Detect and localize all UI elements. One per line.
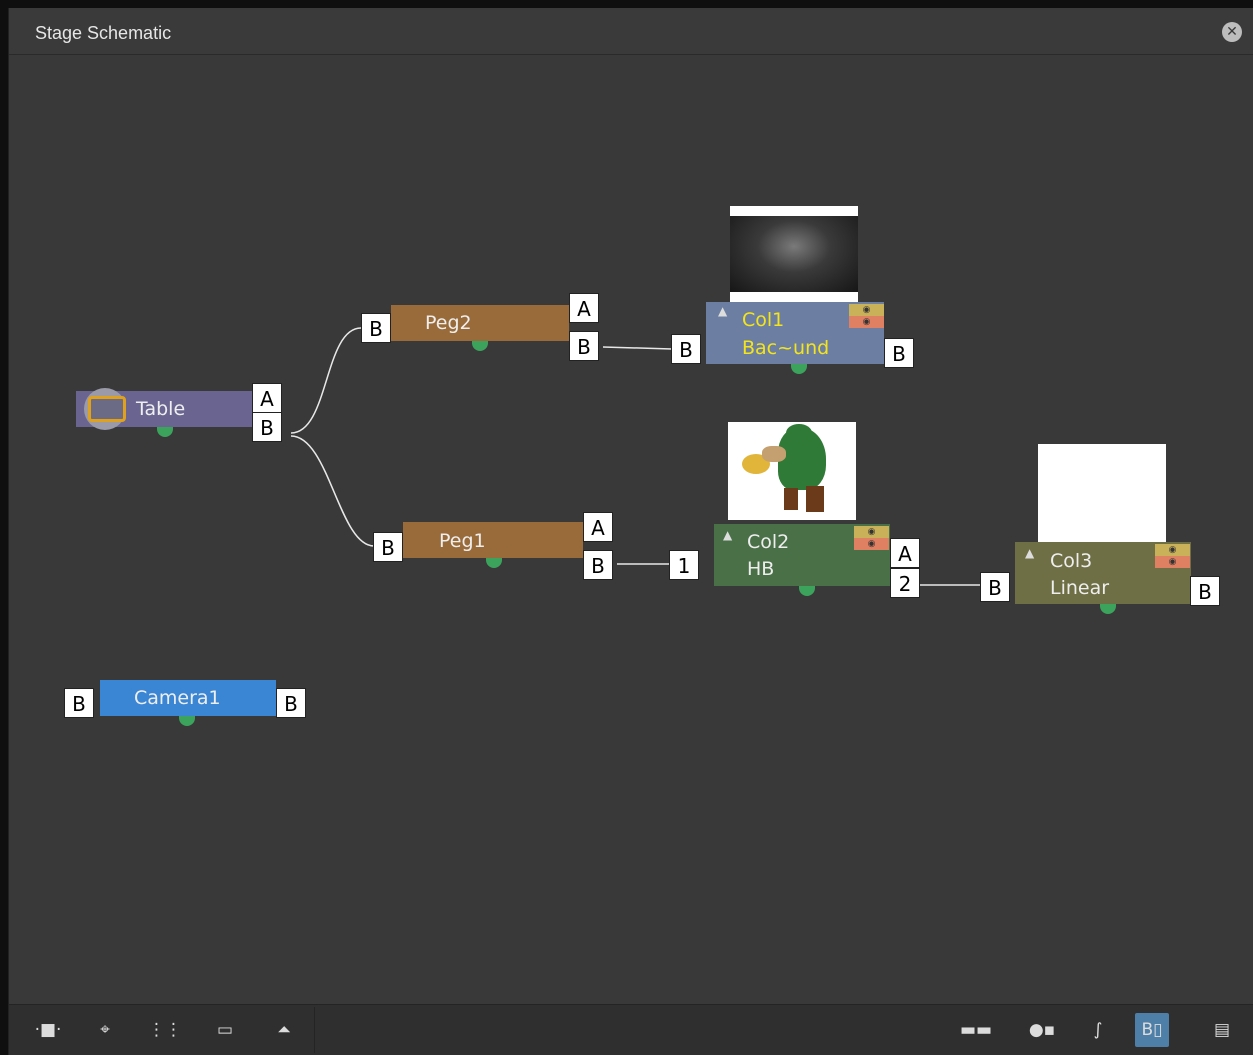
peg2-label: Peg2 <box>425 312 472 334</box>
camera1-label: Camera1 <box>134 687 221 709</box>
col2-expand-icon[interactable]: ▲ <box>723 528 732 542</box>
col2-thumbnail <box>728 422 856 520</box>
table-port-a[interactable]: A <box>252 383 282 413</box>
wire-table-peg2 <box>290 327 362 434</box>
peg2-port-a[interactable]: A <box>569 293 599 323</box>
col2-camstand-visible-icon[interactable]: ◉ <box>854 538 889 550</box>
col1-level-name: Bac~und <box>742 337 830 359</box>
col1-output-port[interactable]: B <box>884 338 914 368</box>
col2-port-2[interactable]: 2 <box>890 568 920 598</box>
focus-on-current-icon[interactable]: ⌖ <box>88 1013 122 1047</box>
stage-schematic-panel: Stage Schematic ✕ Table A B B Peg2 A B B… <box>8 8 1253 1055</box>
toolbar-separator <box>314 1007 315 1053</box>
col1-visibility-toggles[interactable]: ◉ ◉ <box>849 304 884 328</box>
table-port-b[interactable]: B <box>252 412 282 442</box>
camera1-output-port[interactable]: B <box>276 688 306 718</box>
col2-input-port[interactable]: 1 <box>669 550 699 580</box>
col1-preview-visible-icon[interactable]: ◉ <box>849 304 884 316</box>
col2-level-name: HB <box>747 558 775 580</box>
col3-name: Col3 <box>1050 550 1093 572</box>
col3-thumbnail <box>1038 444 1166 542</box>
col3-visibility-toggles[interactable]: ◉ ◉ <box>1155 544 1190 568</box>
schematic-toolbar: ·■· ⌖ ⋮⋮ ▭ ⏶ ▬▬ ●▪ ∫ B▯ ▤ <box>9 1004 1253 1055</box>
peg2-input-port[interactable]: B <box>361 313 391 343</box>
toggle-minimize-icon[interactable]: ▬▬ <box>959 1013 993 1047</box>
col1-thumbnail <box>730 206 858 304</box>
col1-name: Col1 <box>742 309 785 331</box>
col1-expand-icon[interactable]: ▲ <box>718 304 727 318</box>
peg1-port-a[interactable]: A <box>583 512 613 542</box>
peg2-node-body[interactable] <box>391 305 569 341</box>
reorder-nodes-icon[interactable]: ⋮⋮ <box>148 1013 182 1047</box>
col3-input-port[interactable]: B <box>980 572 1010 602</box>
peg2-port-b[interactable]: B <box>569 331 599 361</box>
col3-output-port[interactable]: B <box>1190 576 1220 606</box>
peg1-label: Peg1 <box>439 530 486 552</box>
new-camera-peg-icon[interactable]: ●▪ <box>1025 1013 1059 1047</box>
toggle-preview-icon[interactable]: ⏶ <box>267 1013 301 1047</box>
table-icon <box>84 388 126 430</box>
wire-peg2-col1 <box>602 346 673 350</box>
col1-thumbnail-image <box>730 216 858 292</box>
col3-camstand-visible-icon[interactable]: ◉ <box>1155 556 1190 568</box>
col2-preview-visible-icon[interactable]: ◉ <box>854 526 889 538</box>
col2-visibility-toggles[interactable]: ◉ ◉ <box>854 526 889 550</box>
table-label: Table <box>136 398 186 420</box>
wire-table-peg1 <box>290 435 375 547</box>
col2-port-a[interactable]: A <box>890 538 920 568</box>
normal-size-icon[interactable]: ▭ <box>208 1013 242 1047</box>
peg1-node-body[interactable] <box>403 522 583 558</box>
col3-level-name: Linear <box>1050 577 1110 599</box>
peg1-port-b[interactable]: B <box>583 550 613 580</box>
peg1-input-port[interactable]: B <box>373 532 403 562</box>
col2-name: Col2 <box>747 531 790 553</box>
col1-camstand-visible-icon[interactable]: ◉ <box>849 316 884 328</box>
camera1-input-port[interactable]: B <box>64 688 94 718</box>
output-icon[interactable]: ▤ <box>1205 1013 1239 1047</box>
stage-fx-toggle-icon[interactable]: B▯ <box>1135 1013 1169 1047</box>
col3-expand-icon[interactable]: ▲ <box>1025 546 1034 560</box>
motion-path-icon[interactable]: ∫ <box>1081 1013 1115 1047</box>
col3-preview-visible-icon[interactable]: ◉ <box>1155 544 1190 556</box>
fit-to-window-icon[interactable]: ·■· <box>31 1013 65 1047</box>
col2-character-image <box>742 424 836 514</box>
col1-input-port[interactable]: B <box>671 334 701 364</box>
